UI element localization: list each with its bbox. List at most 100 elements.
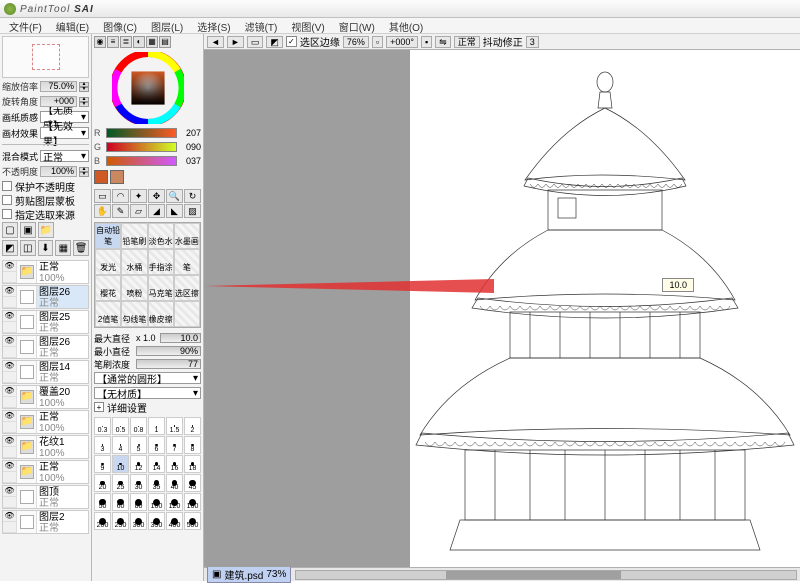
brush-size-preset[interactable]: 80 xyxy=(130,493,147,511)
layer-row[interactable]: 👁📁正常100% xyxy=(2,460,89,484)
marquee-tool-icon[interactable]: ▭ xyxy=(94,189,111,203)
layer-row[interactable]: 👁图层26正常 100% xyxy=(2,285,89,309)
brush-preset[interactable]: 选区擦 xyxy=(174,275,200,301)
tb-invert-icon[interactable]: ◩ xyxy=(266,36,283,48)
menu-other[interactable]: 其他(O) xyxy=(382,18,430,33)
layer-row[interactable]: 👁📁花纹1100% xyxy=(2,435,89,459)
layer-row[interactable]: 👁图层2正常 100% xyxy=(2,510,89,534)
layer-opacity-value[interactable]: 100% xyxy=(40,166,77,177)
stabilizer-value[interactable]: 3 xyxy=(526,36,539,48)
zoom-down-icon[interactable]: ▼ xyxy=(79,87,89,92)
layer-row[interactable]: 👁图顶正常 100% xyxy=(2,485,89,509)
layer-visibility-toggle[interactable]: 👁 xyxy=(3,486,17,508)
brush-size-preset[interactable]: 45 xyxy=(184,474,201,492)
density-value[interactable]: 77 xyxy=(136,359,201,369)
brush-preset[interactable]: 喷粉 xyxy=(121,275,147,301)
brush-size-preset[interactable]: 300 xyxy=(130,512,147,530)
horizontal-scrollbar[interactable] xyxy=(295,570,797,580)
extra-tool-4-icon[interactable]: ▨ xyxy=(184,204,201,218)
brush-size-preset[interactable]: 6 xyxy=(148,436,165,454)
brush-size-preset[interactable]: 350 xyxy=(148,512,165,530)
brush-size-preset[interactable]: 5 xyxy=(130,436,147,454)
brush-texture-dropdown[interactable]: 【无材质】▾ xyxy=(94,386,201,400)
scrollbar-thumb[interactable] xyxy=(446,571,621,579)
brush-size-preset[interactable]: 14 xyxy=(148,455,165,473)
layer-row[interactable]: 👁图层25正常 100% xyxy=(2,310,89,334)
layer-visibility-toggle[interactable]: 👁 xyxy=(3,461,17,483)
opacity-down-icon[interactable]: ▼ xyxy=(79,172,89,177)
tb-zoom-in-icon[interactable]: ▪ xyxy=(421,36,432,48)
layer-row[interactable]: 👁图层26正常 100% xyxy=(2,335,89,359)
layer-visibility-toggle[interactable]: 👁 xyxy=(3,511,17,533)
menu-filter[interactable]: 滤镜(T) xyxy=(238,18,285,33)
min-size-value[interactable]: 90% xyxy=(136,346,201,356)
move-tool-icon[interactable]: ✥ xyxy=(148,189,165,203)
selection-edge-value[interactable]: 76% xyxy=(343,36,369,48)
r-gradient[interactable] xyxy=(106,128,177,138)
brush-preset[interactable]: 水墨画 xyxy=(174,223,200,249)
brush-preset-empty[interactable] xyxy=(174,301,200,327)
brush-size-preset[interactable]: 40 xyxy=(166,474,183,492)
new-layer-icon[interactable]: ▢ xyxy=(2,222,18,238)
brush-preset[interactable]: 铅笔刷 xyxy=(121,223,147,249)
wand-tool-icon[interactable]: ✦ xyxy=(130,189,147,203)
brush-size-preset[interactable]: 8 xyxy=(184,436,201,454)
blend-mode-dropdown[interactable]: 混合模式 正常▾ xyxy=(2,149,89,163)
rgb-slider-icon[interactable]: ≡ xyxy=(107,36,119,48)
brush-size-preset[interactable]: 160 xyxy=(184,493,201,511)
brush-preset[interactable]: 发光 xyxy=(95,249,121,275)
brush-size-preset[interactable]: 1.5 xyxy=(166,417,183,435)
zoom-slider[interactable]: 缩放倍率 75.0% ▲▼ xyxy=(2,80,89,93)
rotation-slider[interactable]: 旋转角度 +000 ▲▼ xyxy=(2,95,89,108)
brush-shape-dropdown[interactable]: 【通常的圆形】▾ xyxy=(94,371,201,385)
menu-file[interactable]: 文件(F) xyxy=(2,18,49,33)
brush-preset[interactable]: 橡皮擦 xyxy=(148,301,174,327)
brush-preset[interactable]: 自动铅笔 xyxy=(95,223,121,249)
scratchpad-icon[interactable]: ▤ xyxy=(159,36,171,48)
tb-redo-icon[interactable]: ► xyxy=(227,36,244,48)
color-wheel-icon[interactable]: ◉ xyxy=(94,36,106,48)
g-gradient[interactable] xyxy=(106,142,177,152)
layer-visibility-toggle[interactable]: 👁 xyxy=(3,286,17,308)
layer-row[interactable]: 👁📁覆盖20100% xyxy=(2,385,89,409)
layer-opacity-slider[interactable]: 不透明度 100% ▲▼ xyxy=(2,165,89,178)
brush-size-preset[interactable]: 25 xyxy=(112,474,129,492)
brush-size-preset[interactable]: 18 xyxy=(184,455,201,473)
new-folder-icon[interactable]: 📁 xyxy=(38,222,54,238)
layer-row[interactable]: 👁图层14正常 100% xyxy=(2,360,89,384)
tb-show-selection-checkbox[interactable]: ✓ xyxy=(286,36,297,47)
delete-layer-icon[interactable]: 🗑 xyxy=(73,240,89,256)
grayscale-icon[interactable]: ◐ xyxy=(133,36,145,48)
material-effect-dropdown[interactable]: 画材效果 【无效果】▾ xyxy=(2,126,89,140)
brush-size-preset[interactable]: 35 xyxy=(148,474,165,492)
tb-deselect-icon[interactable]: ▭ xyxy=(247,36,264,48)
brush-size-preset[interactable]: 60 xyxy=(112,493,129,511)
layer-visibility-toggle[interactable]: 👁 xyxy=(3,411,17,433)
brush-size-preset[interactable]: 120 xyxy=(166,493,183,511)
brush-size-preset[interactable]: 16 xyxy=(166,455,183,473)
clear-layer-icon[interactable]: ◫ xyxy=(20,240,36,256)
menu-window[interactable]: 窗口(W) xyxy=(332,18,382,33)
layer-row[interactable]: 👁📁正常100% xyxy=(2,260,89,284)
foreground-color[interactable] xyxy=(94,170,108,184)
menu-select[interactable]: 选择(S) xyxy=(190,18,237,33)
layer-visibility-toggle[interactable]: 👁 xyxy=(3,386,17,408)
menu-image[interactable]: 图像(C) xyxy=(96,18,144,33)
flatten-icon[interactable]: ▦ xyxy=(55,240,71,256)
density-row[interactable]: 笔刷浓度77 xyxy=(94,358,201,370)
add-mask-icon[interactable]: ◩ xyxy=(2,240,18,256)
brush-size-preset[interactable]: 200 xyxy=(94,512,111,530)
detail-settings-toggle[interactable]: +详细设置 xyxy=(94,401,201,413)
new-vector-layer-icon[interactable]: ▣ xyxy=(20,222,36,238)
tb-undo-icon[interactable]: ◄ xyxy=(207,36,224,48)
brush-preset[interactable]: 笔 xyxy=(174,249,200,275)
menu-edit[interactable]: 编辑(E) xyxy=(49,18,96,33)
max-size-value[interactable]: 10.0 xyxy=(160,333,201,343)
brush-size-preset[interactable]: 2 xyxy=(184,417,201,435)
layer-visibility-toggle[interactable]: 👁 xyxy=(3,436,17,458)
zoom-tool-icon[interactable]: 🔍 xyxy=(166,189,183,203)
brush-preset[interactable]: 水桶 xyxy=(121,249,147,275)
g-slider[interactable]: G090 xyxy=(94,141,201,153)
extra-tool-2-icon[interactable]: ◢ xyxy=(148,204,165,218)
b-slider[interactable]: B037 xyxy=(94,155,201,167)
